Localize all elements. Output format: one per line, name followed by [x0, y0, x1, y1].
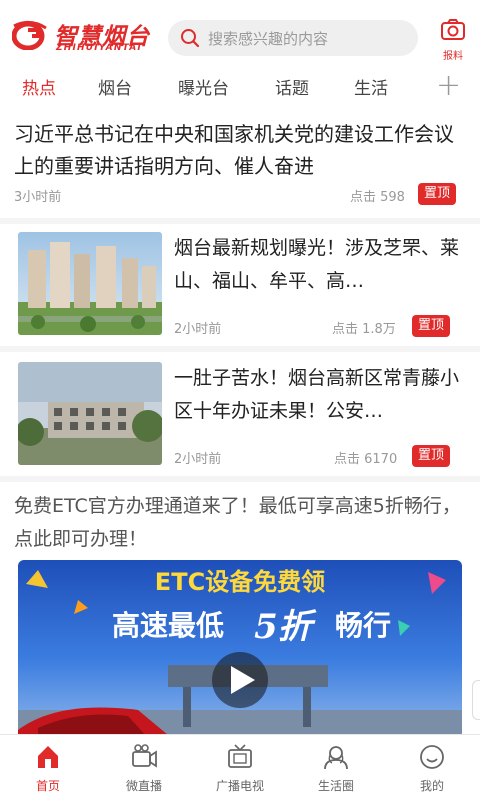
banner-slogan-part3: 畅行 [335, 609, 391, 642]
top-story-clicks: 点击 598 [350, 190, 405, 205]
ad-title: 免费ETC官方办理通道来了！最低可享高速5折畅行，点此即可办理！ [14, 495, 461, 550]
scroll-handle[interactable] [472, 680, 480, 720]
tab-topics[interactable]: 话题 [275, 74, 309, 99]
news-item[interactable]: 烟台最新规划曝光！涉及芝罘、莱山、福山、牟平、高… 2小时前 点击 1.8万 置… [0, 224, 480, 346]
news-item[interactable]: 一肚子苦水！烟台高新区常青藤小区十年办证未果！公安… 2小时前 点击 6170 … [0, 352, 480, 476]
home-icon [38, 746, 58, 768]
logo-mark-icon [12, 21, 47, 50]
news-clicks: 点击 1.8万 [332, 322, 396, 337]
news-title: 烟台最新规划曝光！涉及芝罘、莱山、福山、牟平、高… [174, 237, 460, 292]
logo-subtitle: ZHIHUIYANTAI [56, 43, 142, 53]
ad-banner[interactable]: ETC设备免费领 高速最低 5折 畅行 [18, 560, 462, 734]
nav-label: 生活圈 [317, 779, 354, 793]
news-time: 2小时前 [174, 452, 222, 467]
video-camera-icon [132, 744, 157, 768]
top-story-time: 3小时前 [14, 190, 62, 205]
news-time: 2小时前 [174, 322, 222, 337]
tab-life[interactable]: 生活 [354, 74, 388, 99]
ad-card[interactable]: 免费ETC官方办理通道来了！最低可享高速5折畅行，点此即可办理！ ETC设备免费… [0, 482, 480, 734]
report-label: 报料 [443, 51, 463, 62]
nav-broadcast-tv[interactable]: 广播电视 [192, 743, 288, 794]
camera-icon [441, 19, 465, 40]
smiley-icon [420, 745, 444, 769]
top-story-card[interactable]: 习近平总书记在中央和国家机关党的建设工作会议上的重要讲话指明方向、催人奋进 3小… [0, 106, 480, 218]
app-header: 智慧烟台 ZHIHUIYANTAI 搜索感兴趣的内容 报料 [0, 0, 480, 66]
nav-life-circle[interactable]: 生活圈 [288, 743, 384, 794]
banner-slogan-part2: 5折 [254, 607, 317, 647]
plus-icon[interactable]: + [436, 66, 461, 106]
news-thumbnail [18, 362, 162, 465]
nav-mine[interactable]: 我的 [384, 743, 480, 794]
nav-home[interactable]: 首页 [0, 743, 96, 794]
nav-label: 我的 [419, 779, 444, 793]
people-icon [324, 746, 348, 770]
top-story-title: 习近平总书记在中央和国家机关党的建设工作会议上的重要讲话指明方向、催人奋进 [14, 122, 454, 178]
banner-slogan-part1: 高速最低 [112, 609, 224, 642]
search-placeholder: 搜索感兴趣的内容 [208, 29, 329, 48]
tv-icon [228, 744, 252, 768]
nav-label: 微直播 [125, 779, 162, 793]
news-feed[interactable]: 习近平总书记在中央和国家机关党的建设工作会议上的重要讲话指明方向、催人奋进 3小… [0, 106, 480, 734]
search-icon [181, 29, 200, 48]
app-logo[interactable]: 智慧烟台 ZHIHUIYANTAI [12, 16, 152, 56]
channel-tabs: 热点 烟台 曝光台 话题 生活 + [0, 66, 480, 106]
bottom-nav: 首页 微直播 广播电视 生活圈 我的 [0, 734, 480, 800]
pinned-badge: 置顶 [412, 445, 450, 467]
news-title: 一肚子苦水！烟台高新区常青藤小区十年办证未果！公安… [174, 367, 460, 422]
tab-yantai[interactable]: 烟台 [98, 74, 132, 99]
nav-live[interactable]: 微直播 [96, 743, 192, 794]
banner-headline: ETC设备免费领 [155, 568, 325, 596]
play-icon[interactable] [212, 652, 268, 708]
search-input[interactable]: 搜索感兴趣的内容 [168, 20, 418, 56]
news-clicks: 点击 6170 [334, 452, 398, 467]
tab-exposure[interactable]: 曝光台 [178, 74, 229, 99]
pinned-badge: 置顶 [412, 315, 450, 337]
nav-label: 广播电视 [215, 779, 264, 793]
news-thumbnail [18, 232, 162, 335]
nav-label: 首页 [35, 779, 60, 793]
report-button[interactable]: 报料 [436, 18, 470, 62]
pinned-badge: 置顶 [418, 183, 456, 205]
tab-hot[interactable]: 热点 [22, 74, 56, 99]
